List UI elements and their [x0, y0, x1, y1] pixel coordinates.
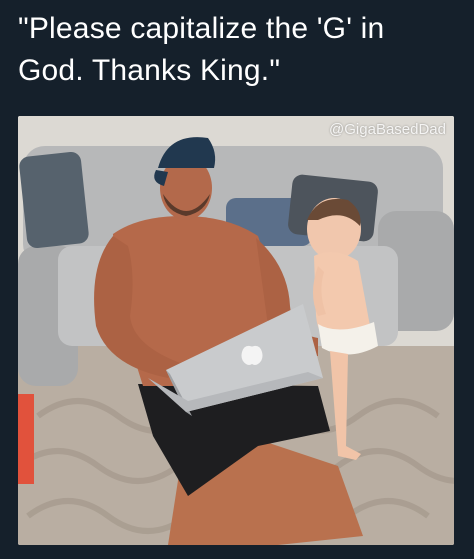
- caption-line-1: "Please capitalize the 'G' in: [18, 12, 385, 45]
- red-object: [18, 394, 34, 484]
- apple-logo-icon: [241, 345, 263, 365]
- meme-caption: "Please capitalize the 'G' in God. Thank…: [18, 8, 458, 92]
- caption-line-2: God. Thanks King.": [18, 54, 281, 87]
- pillow-left: [19, 152, 89, 248]
- watermark-text: @GigaBasedDad: [329, 121, 446, 138]
- photo-illustration: [18, 116, 454, 545]
- meme-photo: @GigaBasedDad: [18, 116, 454, 545]
